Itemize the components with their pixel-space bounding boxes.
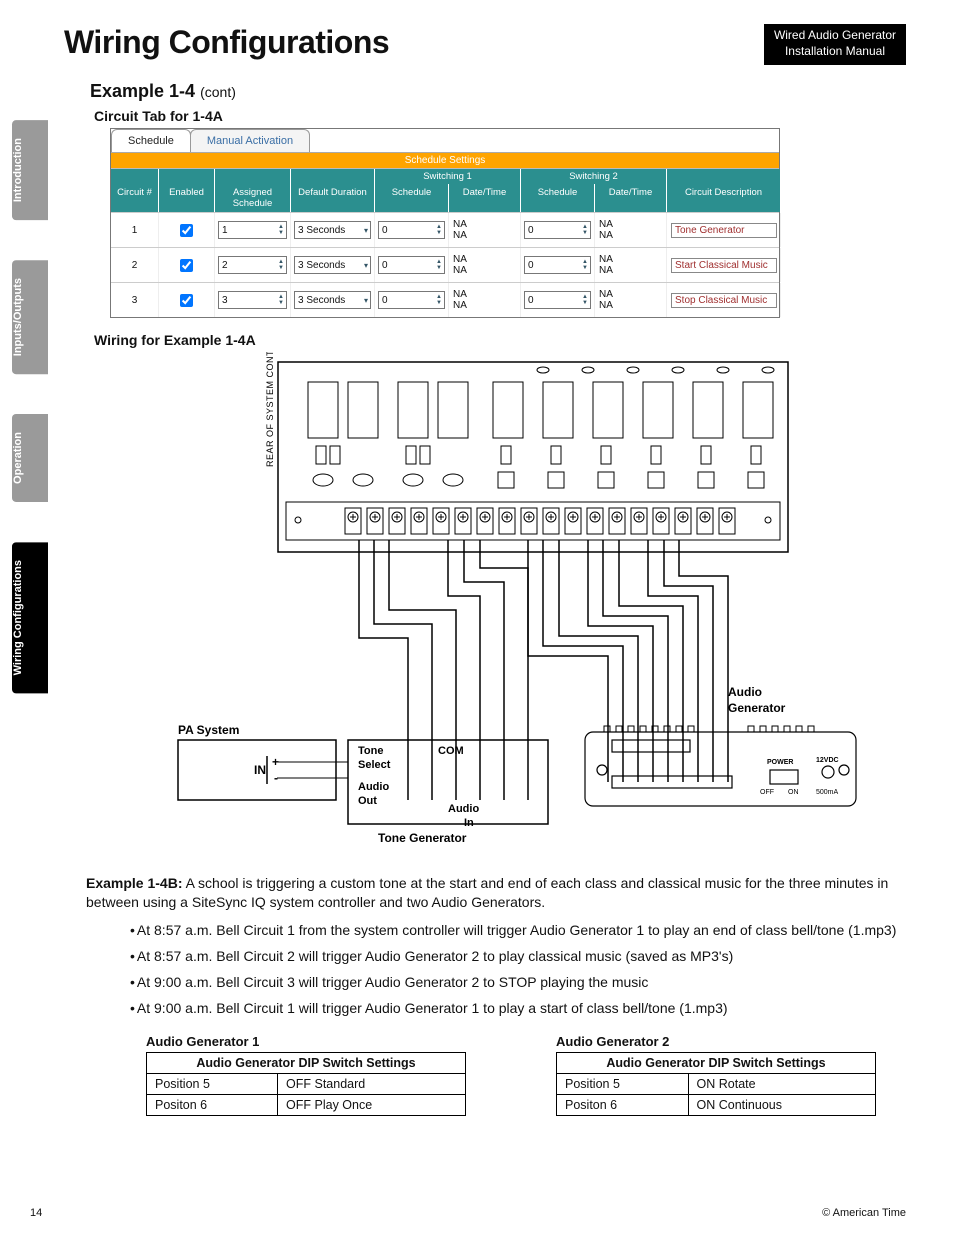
assigned-schedule-input[interactable]: 1▲▼: [218, 221, 287, 239]
svg-text:Tone Generator: Tone Generator: [378, 831, 467, 845]
svg-text:Audio: Audio: [448, 803, 479, 815]
svg-text:Audio: Audio: [728, 685, 762, 699]
ui-tab-manual-activation[interactable]: Manual Activation: [190, 129, 310, 152]
duration-select[interactable]: 3 Seconds▾: [294, 221, 371, 239]
duration-select[interactable]: 3 Seconds▾: [294, 291, 371, 309]
svg-text:PA System: PA System: [178, 723, 239, 737]
switching1-schedule-input[interactable]: 0▲▼: [378, 256, 445, 274]
enabled-checkbox[interactable]: [180, 259, 193, 272]
table-row: 1 1▲▼ 3 Seconds▾ 0▲▼ NANA 0▲▼ NANA Tone …: [111, 212, 779, 247]
svg-text:COM: COM: [438, 745, 464, 757]
assigned-schedule-input[interactable]: 2▲▼: [218, 256, 287, 274]
enabled-checkbox[interactable]: [180, 294, 193, 307]
circuit-ui-screenshot: Schedule Manual Activation Schedule Sett…: [110, 128, 780, 318]
svg-text:In: In: [464, 817, 474, 829]
svg-text:500mA: 500mA: [816, 789, 839, 796]
manual-tag: Wired Audio Generator Installation Manua…: [764, 24, 906, 65]
ui-tab-schedule[interactable]: Schedule: [111, 129, 191, 152]
example-1-4b-bullets: At 8:57 a.m. Bell Circuit 1 from the sys…: [130, 922, 906, 1016]
svg-text:IN: IN: [254, 763, 266, 777]
svg-text:Out: Out: [358, 795, 377, 807]
switching2-schedule-input[interactable]: 0▲▼: [524, 256, 591, 274]
switching2-schedule-input[interactable]: 0▲▼: [524, 221, 591, 239]
svg-text:POWER: POWER: [767, 759, 793, 766]
svg-text:OFF: OFF: [760, 789, 774, 796]
enabled-checkbox[interactable]: [180, 224, 193, 237]
tab-wiring-configurations[interactable]: Wiring Configurations: [12, 542, 48, 693]
tab-operation[interactable]: Operation: [12, 414, 48, 502]
svg-text:Audio: Audio: [358, 781, 389, 793]
duration-select[interactable]: 3 Seconds▾: [294, 256, 371, 274]
table-row: 3 3▲▼ 3 Seconds▾ 0▲▼ NANA 0▲▼ NANA Stop …: [111, 282, 779, 317]
table-row: 2 2▲▼ 3 Seconds▾ 0▲▼ NANA 0▲▼ NANA Start…: [111, 247, 779, 282]
tab-inputs-outputs[interactable]: Inputs/Outputs: [12, 260, 48, 374]
switching1-schedule-input[interactable]: 0▲▼: [378, 291, 445, 309]
svg-text:ON: ON: [788, 789, 799, 796]
side-nav: Introduction Inputs/Outputs Operation Wi…: [12, 120, 52, 734]
wiring-diagram: REAR OF SYSTEM CONTROLLER: [110, 352, 906, 852]
svg-text:Generator: Generator: [728, 701, 786, 715]
example-1-4b-text: Example 1-4B: A school is triggering a c…: [86, 874, 906, 912]
svg-text:Tone: Tone: [358, 745, 383, 757]
copyright: © American Time: [822, 1207, 906, 1219]
svg-text:Select: Select: [358, 759, 391, 771]
wiring-heading: Wiring for Example 1-4A: [94, 332, 906, 348]
page-number: 14: [30, 1207, 42, 1219]
switching1-schedule-input[interactable]: 0▲▼: [378, 221, 445, 239]
example-title: Example 1-4 (cont): [90, 81, 906, 102]
page-title: Wiring Configurations: [64, 24, 389, 61]
dip-table-1: Audio Generator 1 Audio Generator DIP Sw…: [146, 1034, 466, 1116]
assigned-schedule-input[interactable]: 3▲▼: [218, 291, 287, 309]
switching2-schedule-input[interactable]: 0▲▼: [524, 291, 591, 309]
circuit-tab-heading: Circuit Tab for 1-4A: [94, 108, 906, 124]
svg-text:12VDC: 12VDC: [816, 757, 839, 764]
schedule-settings-banner: Schedule Settings: [111, 153, 779, 169]
dip-table-2: Audio Generator 2 Audio Generator DIP Sw…: [556, 1034, 876, 1116]
tab-introduction[interactable]: Introduction: [12, 120, 48, 220]
svg-text:REAR OF SYSTEM CONTROLLER: REAR OF SYSTEM CONTROLLER: [265, 352, 275, 467]
